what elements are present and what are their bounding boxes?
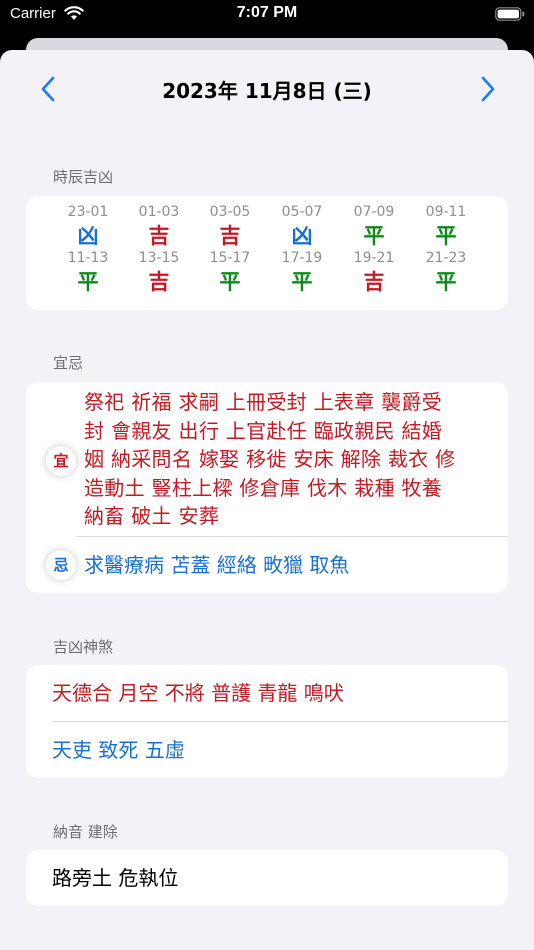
hour-luck: 吉 [219, 224, 241, 248]
nayin-value: 路旁土 危執位 [52, 866, 179, 890]
yiji-section-title: 宜忌 [53, 354, 84, 372]
nayin-card: 路旁土 危執位 [26, 850, 508, 906]
shensha-section-title: 吉凶神煞 [53, 638, 114, 656]
hour-cell: 17-19 平 [266, 250, 338, 296]
hour-luck: 平 [363, 224, 385, 248]
ji-activities: 求醫療病 苫蓋 經絡 畋獵 取魚 [84, 553, 350, 577]
battery-icon [495, 7, 525, 21]
hour-range: 15-17 [209, 250, 251, 266]
hour-cell: 15-17 平 [194, 250, 266, 296]
yi-line: 封 會親友 出行 上官赴任 臨政親民 結婚 [84, 418, 443, 443]
hour-range: 17-19 [281, 250, 323, 266]
day-detail-sheet: 2023年 11月8日 (三) 時辰吉凶 23-01 凶 01-03 吉 03-05 吉 0… [0, 50, 534, 950]
hour-cell: 09-11 平 [410, 204, 482, 250]
good-spirits: 天德合 月空 不將 普護 青龍 鳴吠 [52, 681, 344, 705]
yiji-divider [76, 536, 508, 537]
hour-luck: 凶 [77, 224, 99, 248]
status-bar: Carrier 7:07 PM [0, 0, 534, 40]
hour-cell: 05-07 凶 [266, 204, 338, 250]
shensha-card: 天德合 月空 不將 普護 青龍 鳴吠 天吏 致死 五虛 [26, 665, 508, 778]
hour-range: 23-01 [67, 204, 109, 220]
hour-luck: 平 [77, 270, 99, 294]
hours-section-title: 時辰吉凶 [53, 168, 114, 186]
hour-cell: 01-03 吉 [123, 204, 195, 250]
yi-activities: 祭祀 祈福 求嗣 上冊受封 上表章 襲爵受封 會親友 出行 上官赴任 臨政親民 … [84, 388, 489, 531]
hour-luck: 平 [219, 270, 241, 294]
hour-range: 09-11 [425, 204, 467, 220]
hour-cell: 19-21 吉 [338, 250, 410, 296]
hour-cell: 13-15 吉 [123, 250, 195, 296]
status-time: 7:07 PM [236, 4, 298, 21]
hour-cell: 03-05 吉 [194, 204, 266, 250]
hour-range: 11-13 [67, 250, 109, 266]
hour-cell: 23-01 凶 [52, 204, 124, 250]
hour-range: 19-21 [353, 250, 395, 266]
hour-range: 21-23 [425, 250, 467, 266]
yi-badge: 宜 [46, 446, 76, 476]
hour-luck: 平 [435, 224, 457, 248]
hour-range: 07-09 [353, 204, 395, 220]
hour-luck: 吉 [363, 270, 385, 294]
next-day-button[interactable] [474, 74, 500, 104]
hour-cell: 21-23 平 [410, 250, 482, 296]
hour-luck: 平 [435, 270, 457, 294]
hour-luck: 吉 [148, 270, 170, 294]
hour-range: 05-07 [281, 204, 323, 220]
hour-range: 01-03 [138, 204, 180, 220]
hour-luck: 平 [291, 270, 313, 294]
yi-line: 祭祀 祈福 求嗣 上冊受封 上表章 襲爵受 [84, 390, 443, 414]
hour-cell: 11-13 平 [52, 250, 124, 296]
hour-range: 03-05 [209, 204, 251, 220]
shensha-divider [52, 721, 508, 722]
yi-line: 造動土 豎柱上樑 修倉庫 伐木 栽種 牧養 [84, 475, 443, 500]
ji-badge: 忌 [46, 550, 76, 580]
hour-cell: 07-09 平 [338, 204, 410, 250]
hour-range: 13-15 [138, 250, 180, 266]
yi-line: 姻 納采問名 嫁娶 移徙 安床 解除 裁衣 修 [84, 447, 456, 471]
yi-line: 納畜 破土 安葬 [84, 504, 220, 528]
nayin-section-title: 納音 建除 [53, 823, 118, 841]
date-title: 2023年 11月8日 (三) [162, 79, 372, 103]
bad-spirits: 天吏 致死 五虛 [52, 738, 185, 762]
hour-luck: 吉 [148, 224, 170, 248]
hour-luck: 凶 [291, 224, 313, 248]
